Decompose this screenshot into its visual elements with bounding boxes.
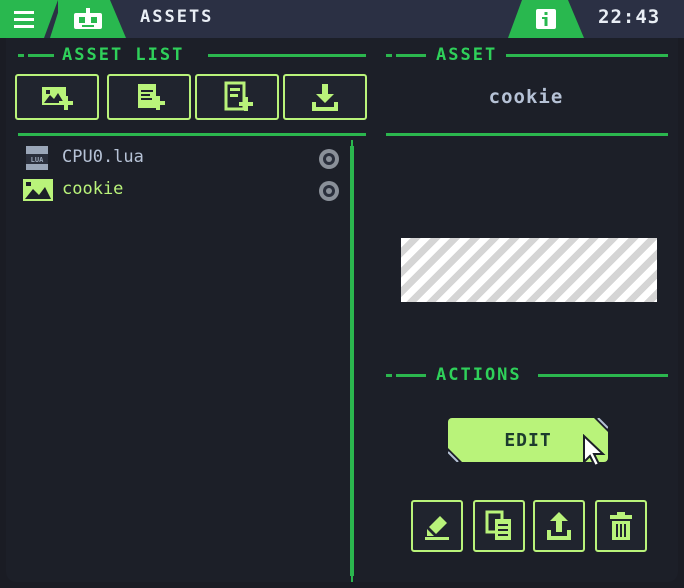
button-corner [594,418,608,432]
delete-button[interactable] [595,500,647,552]
settings-gear-icon[interactable] [318,148,340,170]
top-bar: ASSETS 22:43 [0,0,684,38]
actions-title: ACTIONS [430,365,528,385]
clock: 22:43 [598,6,661,28]
list-item[interactable]: LUA CPU0.lua [22,144,352,172]
asset-divider [386,133,668,136]
scrollbar-cap [351,576,353,582]
asset-preview [401,238,657,302]
list-item[interactable]: cookie [22,176,352,204]
add-code-button[interactable] [107,74,191,120]
hamburger-icon [14,11,34,28]
duplicate-button[interactable] [473,500,525,552]
add-file-icon [224,81,253,111]
tab-separator [110,0,126,38]
export-button[interactable] [533,500,585,552]
tab-separator [508,0,522,38]
trash-icon [610,512,632,540]
asset-list-title: ASSET LIST [56,45,191,65]
svg-text:LUA: LUA [31,156,44,164]
add-image-icon [42,87,73,110]
asset-title: ASSET [430,45,504,65]
lua-file-icon: LUA [26,146,48,170]
mouse-cursor-icon [583,434,606,468]
asset-list-divider [18,133,366,136]
import-button[interactable] [283,74,367,120]
asset-name: cookie [488,86,564,108]
rename-button[interactable] [411,500,463,552]
import-icon [312,84,338,111]
add-code-icon [138,84,165,110]
robot-icon [74,8,102,29]
duplicate-icon [485,510,511,540]
add-image-button[interactable] [15,74,99,120]
button-corner [448,448,462,462]
tab-separator [50,0,62,38]
add-file-button[interactable] [195,74,279,120]
info-icon [536,9,556,29]
export-icon [547,512,571,540]
tab-separator [568,0,584,38]
actions-header: ACTIONS [386,365,668,385]
asset-header: ASSET [386,45,668,65]
rename-icon [425,516,449,540]
list-item-name: CPU0.lua [62,147,144,167]
image-icon [23,179,53,201]
list-scrollbar[interactable] [350,146,354,576]
settings-gear-icon[interactable] [318,180,340,202]
list-item-name: cookie [62,179,124,199]
scrollbar-cap [351,140,353,146]
page-title: ASSETS [140,7,214,27]
asset-list-header: ASSET LIST [18,45,366,65]
